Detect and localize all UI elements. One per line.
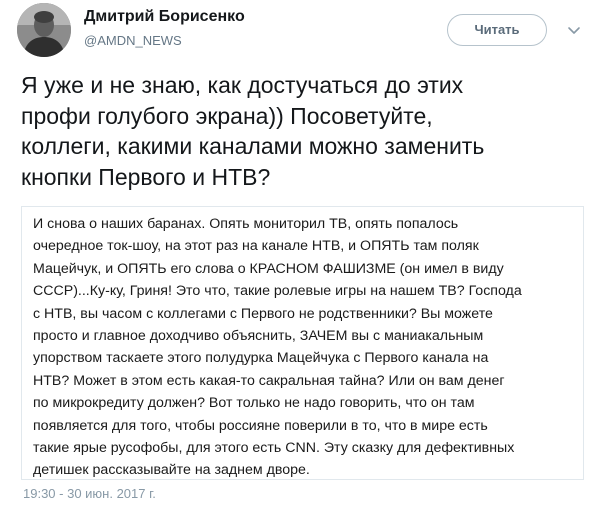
author-name[interactable]: Дмитрий Борисенко bbox=[84, 8, 245, 26]
attached-text-image[interactable]: И снова о наших баранах. Опять мониторил… bbox=[21, 206, 584, 480]
attachment-line: такие ярые русофобы, для этого есть CNN.… bbox=[33, 440, 515, 457]
attachment-line: появляется для того, чтобы россияне пове… bbox=[33, 417, 488, 434]
attachment-line: СССР)...Ку-ку, Гриня! Это что, такие рол… bbox=[33, 283, 522, 300]
attachment-line: НТВ? Может в этом есть какая-то сакральн… bbox=[33, 372, 505, 389]
tweet-text-line: профи голубого экрана)) Посоветуйте, bbox=[21, 102, 433, 129]
author-handle[interactable]: @AMDN_NEWS bbox=[84, 33, 182, 48]
tweet-text-line: Я уже и не знаю, как достучаться до этих bbox=[21, 72, 464, 98]
attachment-line: Мацейчук, и ОПЯТЬ его слова о КРАСНОМ ФА… bbox=[33, 260, 504, 277]
attachment-line: с НТВ, вы часом с коллегами с Первого не… bbox=[33, 305, 493, 322]
attachment-line: по микрокредиту должен? Вот только не на… bbox=[33, 395, 475, 412]
attachment-line: очередное ток-шоу, на этот раз на канале… bbox=[33, 238, 479, 255]
chevron-down-icon[interactable] bbox=[566, 22, 582, 38]
follow-button[interactable]: Читать bbox=[447, 14, 547, 46]
tweet-text-line: коллеги, какими каналами можно заменить bbox=[21, 133, 485, 159]
tweet-text-line: кнопки Первого и НТВ? bbox=[21, 163, 271, 190]
tweet-text: Я уже и не знаю, как достучаться до этих… bbox=[21, 70, 593, 192]
tweet-card: Дмитрий Борисенко @AMDN_NEWS Читать Я уж… bbox=[0, 0, 605, 520]
attachment-line: просто и главное доходчиво объяснить, ЗА… bbox=[33, 328, 484, 345]
attachment-line: детишек рассказывайте на заднем дворе. bbox=[33, 462, 310, 479]
attachment-line: упорством таскаете этого полудурка Мацей… bbox=[33, 350, 489, 367]
attachment-line: И снова о наших баранах. Опять мониторил… bbox=[33, 216, 459, 232]
avatar-photo bbox=[17, 3, 71, 57]
author-avatar[interactable] bbox=[17, 3, 71, 57]
tweet-timestamp[interactable]: 19:30 - 30 июн. 2017 г. bbox=[23, 486, 156, 501]
